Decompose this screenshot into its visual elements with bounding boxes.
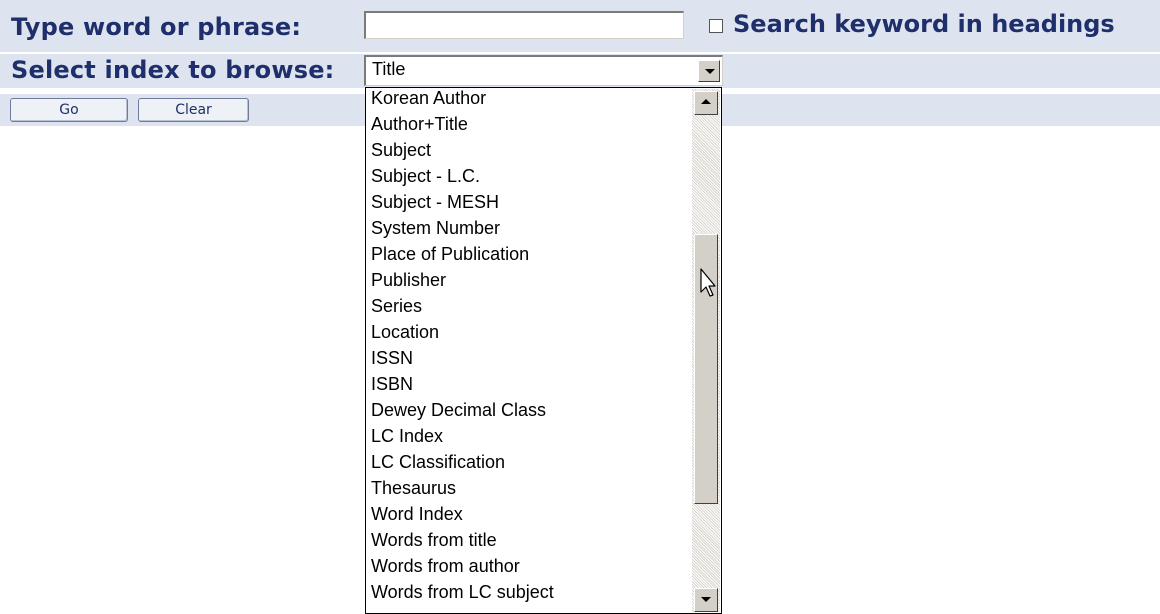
dropdown-option[interactable]: Subject - MESH (371, 189, 691, 215)
go-button[interactable]: Go (10, 98, 128, 122)
dropdown-option[interactable]: Place of Publication (371, 241, 691, 267)
dropdown-option[interactable]: Words from LC subject (371, 579, 691, 605)
clear-button[interactable]: Clear (138, 98, 249, 122)
search-headings-checkbox[interactable] (709, 19, 723, 33)
dropdown-option[interactable]: Publisher (371, 267, 691, 293)
search-word-row: Type word or phrase: Search keyword in h… (0, 0, 1160, 52)
dropdown-option[interactable]: Location (371, 319, 691, 345)
dropdown-option[interactable]: ISBN (371, 371, 691, 397)
dropdown-option[interactable]: Subject - L.C. (371, 163, 691, 189)
scrollbar-thumb[interactable] (694, 234, 718, 504)
scroll-down-arrow-icon[interactable] (694, 588, 718, 612)
dropdown-option[interactable]: LC Index (371, 423, 691, 449)
dropdown-option[interactable]: Words from title (371, 527, 691, 553)
dropdown-option[interactable]: Word Index (371, 501, 691, 527)
dropdown-option[interactable]: Words from author (371, 553, 691, 579)
index-select-value: Title (372, 59, 406, 79)
search-input[interactable] (364, 11, 684, 39)
search-headings-label[interactable]: Search keyword in headings (733, 10, 1115, 38)
dropdown-scrollbar[interactable] (692, 89, 720, 612)
dropdown-option[interactable]: Korean Author (371, 88, 691, 111)
chevron-down-icon[interactable] (698, 60, 720, 82)
dropdown-option[interactable]: Author+Title (371, 111, 691, 137)
dropdown-option[interactable]: System Number (371, 215, 691, 241)
dropdown-option[interactable]: Dewey Decimal Class (371, 397, 691, 423)
dropdown-option[interactable]: ISSN (371, 345, 691, 371)
index-label: Select index to browse: (11, 56, 335, 84)
dropdown-options: Korean Author Author+Title Subject Subject … (371, 88, 691, 605)
dropdown-option[interactable]: Series (371, 293, 691, 319)
dropdown-option[interactable]: LC Classification (371, 449, 691, 475)
word-label: Type word or phrase: (11, 13, 302, 41)
index-dropdown-list[interactable]: Korean Author Author+Title Subject Subject … (365, 87, 722, 614)
dropdown-option[interactable]: Thesaurus (371, 475, 691, 501)
dropdown-option[interactable]: Subject (371, 137, 691, 163)
scroll-up-arrow-icon[interactable] (694, 91, 718, 115)
index-select[interactable]: Title (364, 55, 723, 86)
